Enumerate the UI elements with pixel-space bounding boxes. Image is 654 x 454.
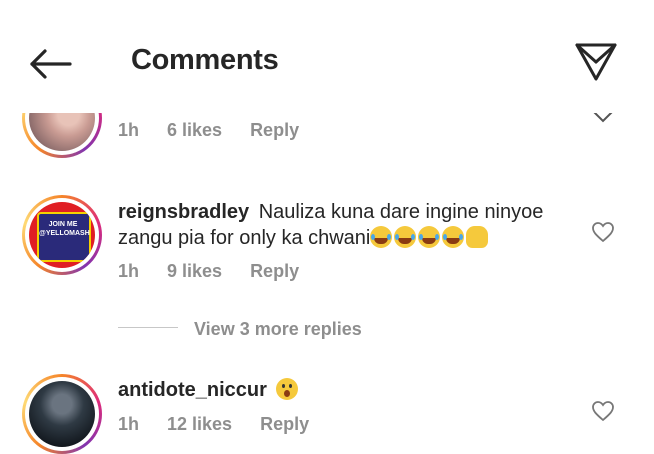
comment-username[interactable]: antidote_niccur	[118, 379, 267, 401]
comment-meta: 1h 9 likes Reply	[118, 261, 327, 282]
replies-divider	[118, 327, 178, 328]
comment-time: 1h	[118, 120, 140, 140]
comment-text: Nauliza kuna dare ingine ninyoe	[258, 201, 544, 223]
reply-button[interactable]: Reply	[250, 261, 299, 281]
page-title: Comments	[131, 44, 279, 76]
raised-hands-emoji-icon	[466, 226, 489, 248]
arrow-left-icon[interactable]	[28, 46, 74, 82]
laughing-emoji-icon	[418, 226, 441, 248]
laughing-emoji-icon	[370, 226, 393, 248]
comment-time: 1h	[118, 261, 140, 281]
view-more-replies-button[interactable]: View 3 more replies	[194, 319, 362, 340]
comment-username[interactable]: reignsbradley	[118, 201, 249, 223]
comment-body: antidote_niccur	[118, 377, 300, 403]
avatar[interactable]: JOIN ME @YELLOMASH	[22, 195, 102, 275]
laughing-emoji-icon	[442, 226, 465, 248]
paper-plane-icon[interactable]	[574, 42, 618, 82]
comment-time: 1h	[118, 414, 140, 434]
reply-button[interactable]: Reply	[260, 414, 309, 434]
avatar[interactable]	[22, 374, 102, 454]
surprised-emoji-icon	[276, 378, 299, 400]
comment-meta: 1h 12 likes Reply	[118, 414, 337, 435]
comment-meta: 1h 6 likes Reply	[118, 120, 327, 141]
avatar-badge-text: JOIN ME @YELLOMASH	[39, 221, 90, 237]
heart-icon[interactable]	[591, 220, 615, 244]
comment-likes[interactable]: 6 likes	[167, 120, 222, 140]
comment-likes[interactable]: 9 likes	[167, 261, 222, 281]
reply-button[interactable]: Reply	[250, 120, 299, 140]
comment-text-cont: zangu pia for only ka chwani	[118, 227, 371, 249]
comments-header: Comments	[0, 0, 654, 113]
comment-likes[interactable]: 12 likes	[167, 414, 232, 434]
laughing-emoji-icon	[394, 226, 417, 248]
heart-icon[interactable]	[591, 399, 615, 423]
comment-body: reignsbradley Nauliza kuna dare ingine n…	[118, 199, 578, 251]
